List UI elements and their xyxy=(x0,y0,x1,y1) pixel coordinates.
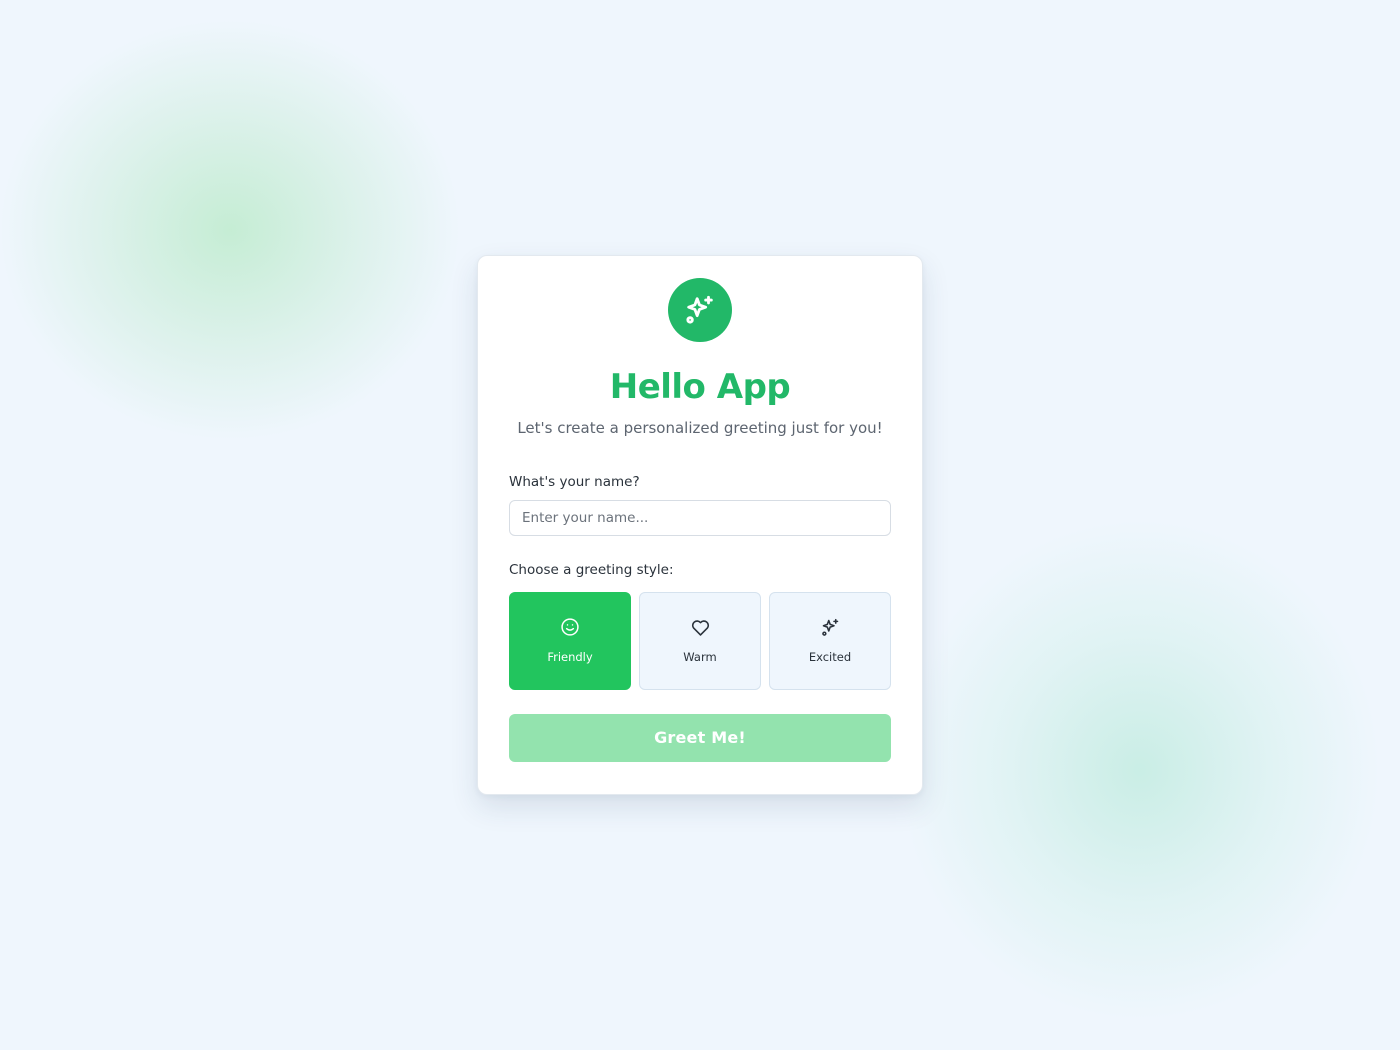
name-label: What's your name? xyxy=(509,474,640,490)
smile-icon xyxy=(561,618,579,636)
greeting-style-label: Choose a greeting style: xyxy=(509,562,674,578)
style-excited-button[interactable]: Excited xyxy=(769,592,891,690)
sparkles-icon xyxy=(821,618,838,636)
background-blob-right xyxy=(900,520,1380,1020)
style-excited-label: Excited xyxy=(808,650,852,664)
greet-me-button[interactable]: Greet Me! xyxy=(509,714,891,762)
background-blob-left xyxy=(0,20,460,440)
style-warm-label: Warm xyxy=(683,650,717,664)
app-logo xyxy=(668,278,732,342)
app-subtitle: Let's create a personalized greeting jus… xyxy=(517,419,883,437)
style-friendly-label: Friendly xyxy=(547,650,593,664)
name-input[interactable] xyxy=(509,500,891,536)
heart-icon xyxy=(691,619,709,636)
sparkles-icon xyxy=(686,295,713,324)
app-title: Hello App xyxy=(609,367,791,407)
greeting-card: Hello App Let's create a personalized gr… xyxy=(477,255,923,795)
style-friendly-button[interactable]: Friendly xyxy=(509,592,631,690)
style-warm-button[interactable]: Warm xyxy=(639,592,761,690)
